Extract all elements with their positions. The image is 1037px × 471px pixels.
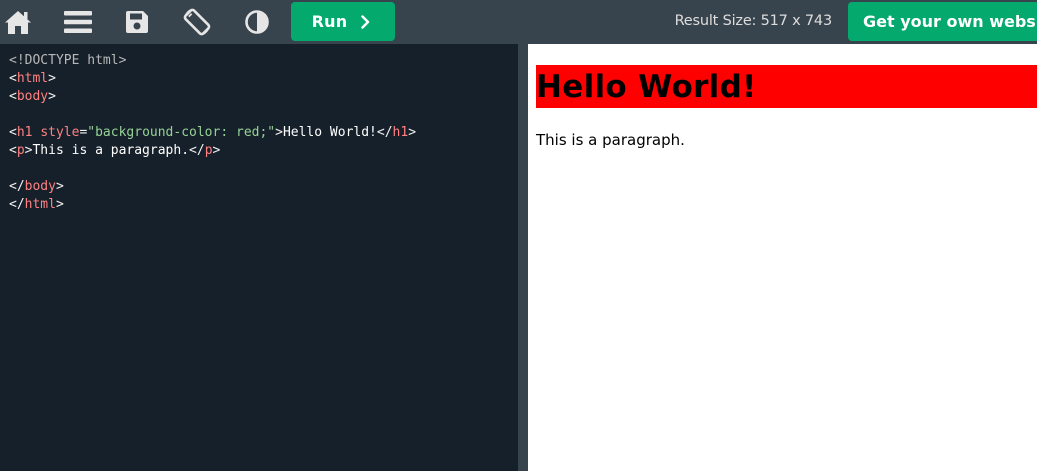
run-label: Run <box>311 12 348 31</box>
result-size-label: Result Size: 517 x 743 <box>674 13 833 29</box>
result-heading: Hello World! <box>536 65 1037 108</box>
result-frame: Hello World! This is a paragraph. <box>528 44 1037 471</box>
result-paragraph: This is a paragraph. <box>536 131 685 149</box>
code-line: </html> <box>9 197 64 212</box>
get-website-button[interactable]: Get your own website <box>848 2 1037 41</box>
code-line: <body> <box>9 89 56 104</box>
panel-splitter[interactable] <box>518 44 528 471</box>
toolbar: Run Result Size: 517 x 743 Get your own … <box>0 0 1037 44</box>
code-line: <html> <box>9 71 56 86</box>
contrast-icon[interactable] <box>240 5 274 39</box>
code-line: <!DOCTYPE html> <box>9 53 127 68</box>
rotate-icon[interactable] <box>180 5 214 39</box>
home-icon[interactable] <box>1 5 35 39</box>
chevron-right-icon <box>361 14 370 29</box>
code-line: <p>This is a paragraph.</p> <box>9 143 221 158</box>
menu-icon[interactable] <box>61 5 95 39</box>
code-line: <h1 style="background-color: red;">Hello… <box>9 125 417 140</box>
code-editor[interactable]: <!DOCTYPE html> <html> <body> <h1 style=… <box>0 44 518 471</box>
run-button[interactable]: Run <box>291 2 395 41</box>
code-line: </body> <box>9 179 64 194</box>
save-icon[interactable] <box>120 5 154 39</box>
